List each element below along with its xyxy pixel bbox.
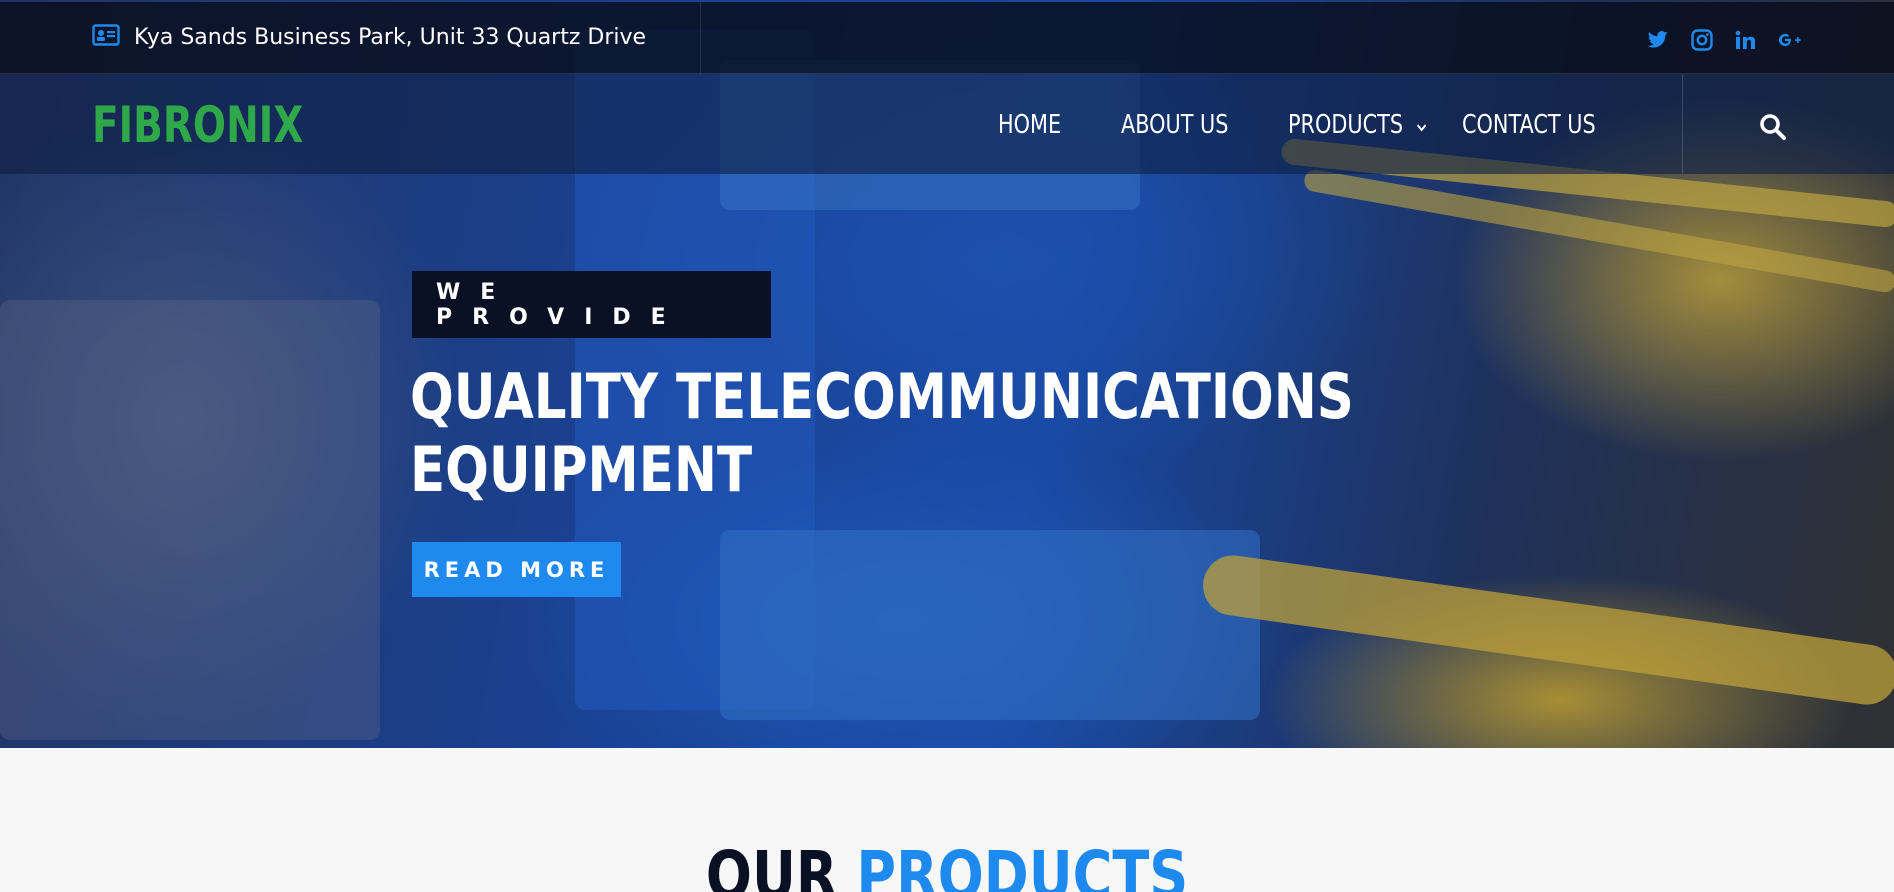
google-plus-icon[interactable] <box>1778 29 1802 51</box>
search-icon[interactable] <box>1758 112 1788 142</box>
nav-item-products[interactable]: PRODUCTS <box>1288 110 1427 140</box>
address-text: Kya Sands Business Park, Unit 33 Quartz … <box>134 25 647 50</box>
nav-item-home[interactable]: HOME <box>998 110 1061 140</box>
instagram-icon[interactable] <box>1690 29 1714 51</box>
hero-eyebrow: WE PROVIDE <box>412 271 771 338</box>
heading-word-products: PRODUCTS <box>856 837 1189 892</box>
top-bar: Kya Sands Business Park, Unit 33 Quartz … <box>0 2 1894 74</box>
nav-item-contact-us[interactable]: CONTACT US <box>1462 110 1596 140</box>
nav-divider <box>1682 74 1683 174</box>
read-more-button[interactable]: READ MORE <box>412 542 621 597</box>
main-navbar: FIBRONIX HOME ABOUT US PRODUCTS CONTACT … <box>0 74 1894 174</box>
linkedin-icon[interactable] <box>1734 29 1758 51</box>
site-logo[interactable]: FIBRONIX <box>92 96 303 154</box>
top-bar-divider <box>700 2 701 74</box>
nav-item-products-label: PRODUCTS <box>1288 110 1404 140</box>
hero-eyebrow-text: WE PROVIDE <box>436 279 686 330</box>
nav-item-about-us[interactable]: ABOUT US <box>1121 110 1228 140</box>
hero-title-line-2: EQUIPMENT <box>410 433 753 506</box>
hero-title: QUALITY TELECOMMUNICATIONS EQUIPMENT <box>410 360 1354 506</box>
hero-title-line-1: QUALITY TELECOMMUNICATIONS <box>410 360 1354 433</box>
heading-word-our: OUR <box>705 837 838 892</box>
social-links <box>1646 29 1802 51</box>
twitter-icon[interactable] <box>1646 29 1670 51</box>
chevron-down-icon <box>1416 110 1427 140</box>
address-card-icon <box>92 24 120 51</box>
products-section-heading: OUR PRODUCTS <box>0 836 1894 892</box>
address-block: Kya Sands Business Park, Unit 33 Quartz … <box>92 24 646 51</box>
